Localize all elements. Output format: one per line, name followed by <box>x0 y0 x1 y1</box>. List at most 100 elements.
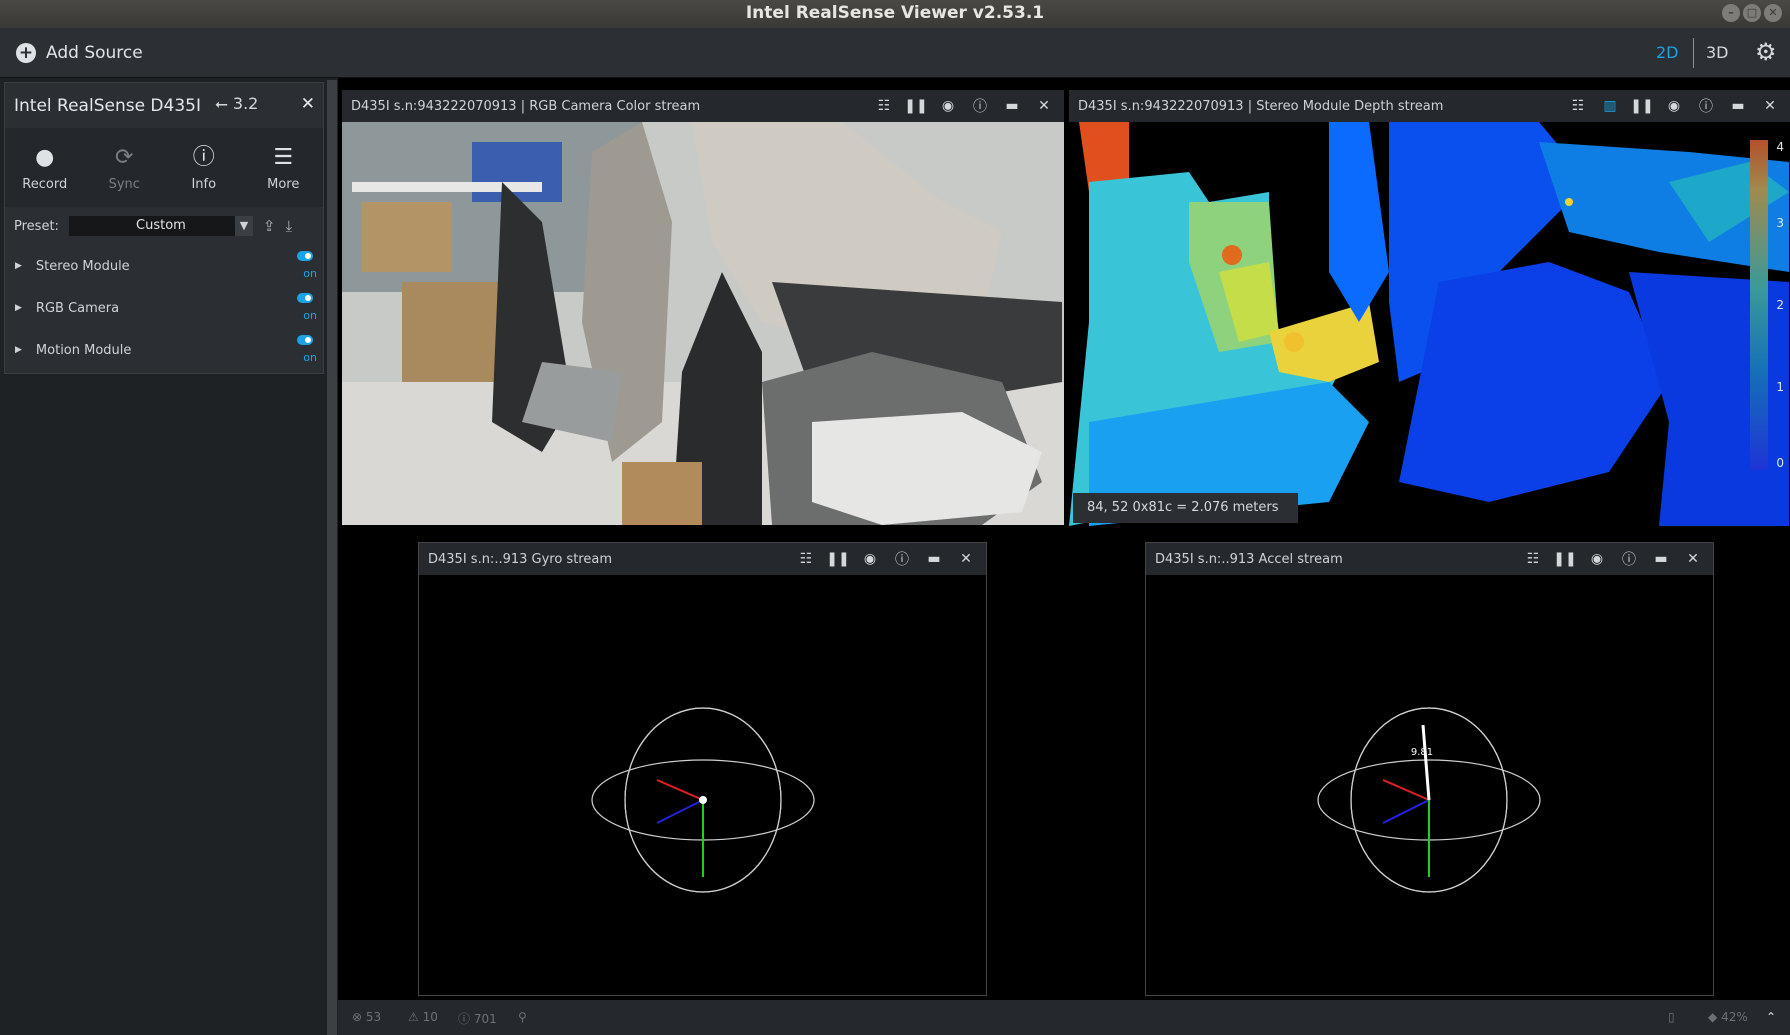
scale-label: 2 <box>1776 298 1784 312</box>
preset-row: Preset: Custom ▼ ⇪ ⤓ <box>5 207 323 245</box>
depth-color-scale <box>1750 140 1768 470</box>
close-icon[interactable]: ✕ <box>950 551 982 567</box>
color-frame[interactable] <box>342 122 1064 525</box>
gear-icon[interactable]: ⚙ <box>1755 38 1777 66</box>
histogram-icon[interactable]: ▥ <box>1594 98 1626 114</box>
info-icon[interactable]: ⓘ <box>964 96 996 116</box>
view-2d-button[interactable]: 2D <box>1656 43 1679 62</box>
module-rgb[interactable]: ▶ RGB Camera on <box>5 287 323 329</box>
search-icon[interactable]: ⚲ <box>518 1010 527 1024</box>
scale-label: 1 <box>1776 380 1784 394</box>
device-toolbar: ● Record ⟳ Sync ⓘ Info ☰ More <box>5 129 323 207</box>
window-titlebar: Intel RealSense Viewer v2.53.1 – □ ✕ <box>0 0 1790 28</box>
view-3d-button[interactable]: 3D <box>1706 43 1729 62</box>
color-image <box>342 122 1064 525</box>
list-icon[interactable]: ☷ <box>790 551 822 567</box>
add-source-button[interactable]: + Add Source <box>0 28 338 78</box>
device-panel: Intel RealSense D435I ⭠ 3.2 ✕ ● Record ⟳… <box>4 82 324 374</box>
device-name: Intel RealSense D435I <box>14 95 201 116</box>
info-count[interactable]: ⓘ 701 <box>458 1010 497 1027</box>
camera-icon[interactable]: ◉ <box>1658 98 1690 114</box>
device-header: Intel RealSense D435I ⭠ 3.2 ✕ <box>5 83 323 129</box>
preset-select[interactable]: Custom ▼ <box>68 216 253 236</box>
usb-icon: ⭠ <box>215 94 228 113</box>
accel-sphere: 9.81 <box>1317 707 1541 893</box>
list-icon[interactable]: ☷ <box>1517 551 1549 567</box>
close-device-icon[interactable]: ✕ <box>301 94 315 114</box>
warning-count[interactable]: ⚠ 10 <box>408 1010 438 1024</box>
info-icon: ⓘ <box>192 144 215 170</box>
download-icon[interactable]: ⤓ <box>286 217 293 235</box>
close-icon[interactable]: ✕ <box>1028 98 1060 114</box>
stream-title: D435I s.n:943222070913 | Stereo Module D… <box>1078 98 1444 114</box>
color-stream-panel: D435I s.n:943222070913 | RGB Camera Colo… <box>342 90 1064 525</box>
gyro-frame[interactable] <box>419 575 986 995</box>
record-button[interactable]: ● Record <box>5 129 85 207</box>
list-icon[interactable]: ☷ <box>1562 98 1594 114</box>
info-icon[interactable]: ⓘ <box>1690 96 1722 116</box>
top-bar: 2D 3D ⚙ <box>338 28 1790 78</box>
info-icon[interactable]: ⓘ <box>1613 549 1645 569</box>
pause-icon[interactable]: ❚❚ <box>1626 98 1658 114</box>
info-button[interactable]: ⓘ Info <box>164 129 244 207</box>
accel-frame[interactable]: 9.81 <box>1146 575 1713 995</box>
maximize-icon[interactable]: ▬ <box>1722 98 1754 114</box>
pause-icon[interactable]: ❚❚ <box>900 98 932 114</box>
maximize-button[interactable]: □ <box>1743 4 1761 22</box>
module-label: RGB Camera <box>35 300 120 316</box>
upload-icon[interactable]: ⇪ <box>263 217 276 235</box>
expand-triangle-icon: ▶ <box>15 345 22 355</box>
close-icon[interactable]: ✕ <box>1754 98 1786 114</box>
drop-icon: ◆ <box>1708 1010 1718 1024</box>
maximize-icon[interactable]: ▬ <box>996 98 1028 114</box>
add-source-label: Add Source <box>46 42 143 63</box>
module-label: Motion Module <box>35 342 132 358</box>
maximize-icon[interactable]: ▬ <box>918 551 950 567</box>
pane-splitter[interactable] <box>327 80 337 1035</box>
usb-indicator: ⭠ 3.2 <box>215 94 258 114</box>
toggle-switch[interactable] <box>297 293 313 303</box>
depth-frame[interactable]: 4 3 2 1 0 84, 52 0x81c = 2.076 meters <box>1069 122 1790 526</box>
module-motion[interactable]: ▶ Motion Module on <box>5 329 323 371</box>
close-icon[interactable]: ✕ <box>1677 551 1709 567</box>
expand-triangle-icon: ▶ <box>15 303 22 313</box>
info-icon: ⓘ <box>458 1012 471 1026</box>
expand-up-icon[interactable]: ⌃ <box>1766 1010 1776 1024</box>
error-count[interactable]: ⊗ 53 <box>352 1010 381 1024</box>
preset-label: Preset: <box>14 218 59 234</box>
camera-icon[interactable]: ◉ <box>932 98 964 114</box>
error-count-value: 53 <box>365 1010 382 1024</box>
scale-label: 3 <box>1776 216 1784 230</box>
sync-button[interactable]: ⟳ Sync <box>85 129 165 207</box>
scale-label: 0 <box>1776 456 1784 470</box>
camera-icon[interactable]: ◉ <box>1581 551 1613 567</box>
toggle-switch[interactable] <box>297 251 313 261</box>
depth-map <box>1069 122 1790 526</box>
expand-triangle-icon: ▶ <box>15 261 22 271</box>
module-stereo[interactable]: ▶ Stereo Module on <box>5 245 323 287</box>
pause-icon[interactable]: ❚❚ <box>822 551 854 567</box>
minimize-button[interactable]: – <box>1722 4 1740 22</box>
depth-readout: 84, 52 0x81c = 2.076 meters <box>1073 493 1298 523</box>
pause-icon[interactable]: ❚❚ <box>1549 551 1581 567</box>
info-icon[interactable]: ⓘ <box>886 549 918 569</box>
usb-version: 3.2 <box>232 94 259 113</box>
trash-icon[interactable]: ▯ <box>1668 1010 1675 1024</box>
close-window-button[interactable]: ✕ <box>1764 4 1782 22</box>
sync-label: Sync <box>108 176 140 192</box>
window-title: Intel RealSense Viewer v2.53.1 <box>745 3 1045 23</box>
info-label: Info <box>191 176 217 192</box>
warning-count-value: 10 <box>422 1010 438 1024</box>
window-controls: – □ ✕ <box>1722 4 1782 22</box>
more-button[interactable]: ☰ More <box>244 129 324 207</box>
menu-icon: ☰ <box>273 144 294 170</box>
error-icon: ⊗ <box>352 1010 363 1024</box>
stream-header: D435I s.n:943222070913 | RGB Camera Colo… <box>342 90 1064 122</box>
list-icon[interactable]: ☷ <box>868 98 900 114</box>
maximize-icon[interactable]: ▬ <box>1645 551 1677 567</box>
gyro-stream-panel: D435I s.n:..913 Gyro stream ☷ ❚❚ ◉ ⓘ ▬ ✕ <box>418 542 987 996</box>
camera-icon[interactable]: ◉ <box>854 551 886 567</box>
toggle-switch[interactable] <box>297 335 313 345</box>
accel-magnitude-label: 9.81 <box>1411 747 1433 758</box>
stream-title: D435I s.n:943222070913 | RGB Camera Colo… <box>351 98 701 114</box>
